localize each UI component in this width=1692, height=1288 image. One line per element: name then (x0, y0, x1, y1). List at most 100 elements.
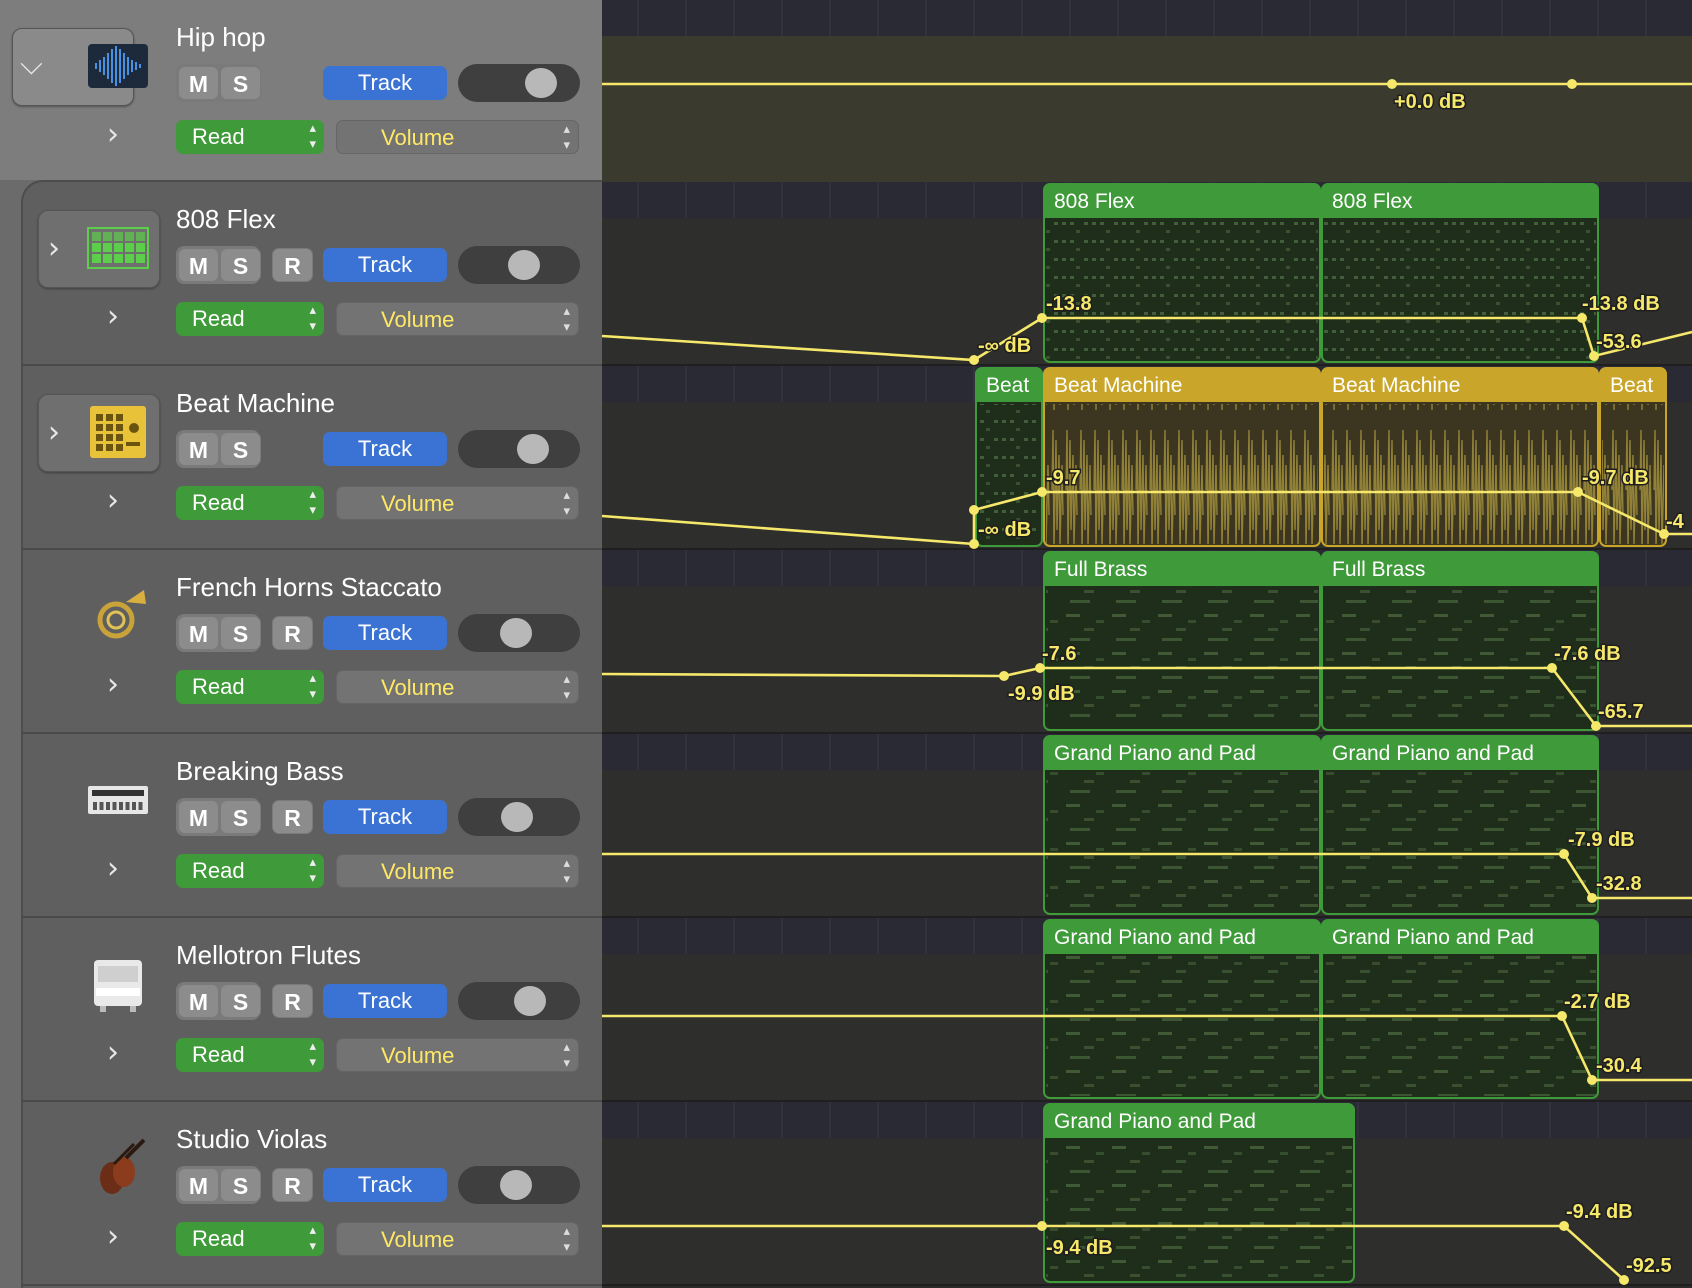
automation-parameter-select[interactable]: Volume ▴ ▾ (336, 302, 579, 336)
slider-knob[interactable] (514, 986, 546, 1016)
record-enable-button[interactable]: R (272, 800, 313, 834)
track-name[interactable]: Studio Violas (176, 1124, 327, 1155)
automation-mode-select[interactable]: Read ▴ ▾ (176, 854, 324, 888)
automation-node[interactable] (1037, 1221, 1047, 1231)
track-header-hip-hop[interactable]: ⌵ Hip hop M S Track › Read ▴ ▾ Volume ▴ ▾ (0, 0, 602, 184)
solo-button[interactable]: S (220, 984, 261, 1018)
automation-mode-select[interactable]: Read ▴ ▾ (176, 1038, 324, 1072)
mute-button[interactable]: M (178, 432, 219, 466)
automation-disclosure-icon[interactable]: › (107, 120, 119, 150)
automation-parameter-select[interactable]: Volume ▴ ▾ (336, 854, 579, 888)
volume-slider[interactable] (458, 1166, 580, 1204)
volume-slider[interactable] (458, 64, 580, 102)
volume-slider[interactable] (458, 614, 580, 652)
automation-disclosure-icon[interactable]: › (107, 854, 119, 884)
region-grand-piano-and-pad[interactable]: Grand Piano and Pad (1321, 735, 1599, 915)
slider-knob[interactable] (501, 802, 533, 832)
volume-slider[interactable] (458, 798, 580, 836)
automation-node[interactable] (969, 505, 979, 515)
slider-knob[interactable] (517, 434, 549, 464)
automation-lane[interactable] (602, 36, 1692, 182)
automation-parameter-select[interactable]: Volume ▴ ▾ (336, 1222, 579, 1256)
region-808-flex[interactable]: 808 Flex (1043, 183, 1321, 363)
mute-button[interactable]: M (178, 248, 219, 282)
track-header-french-horns-staccato[interactable]: French Horns Staccato M S R Track › Read ▴ ▾ Volu… (0, 550, 602, 734)
automation-disclosure-icon[interactable]: › (107, 1038, 119, 1068)
region-grand-piano-and-pad[interactable]: Grand Piano and Pad (1043, 919, 1321, 1099)
record-enable-button[interactable]: R (272, 984, 313, 1018)
automation-mode-select[interactable]: Read ▴ ▾ (176, 120, 324, 154)
record-enable-button[interactable]: R (272, 1168, 313, 1202)
mute-button[interactable]: M (178, 66, 219, 100)
chevron-right-icon[interactable]: › (48, 418, 60, 448)
track-name[interactable]: Mellotron Flutes (176, 940, 361, 971)
track-name[interactable]: 808 Flex (176, 204, 276, 235)
track-automation-button[interactable]: Track (323, 432, 447, 466)
slider-knob[interactable] (525, 68, 557, 98)
solo-button[interactable]: S (220, 800, 261, 834)
slider-knob[interactable] (500, 618, 532, 648)
track-automation-button[interactable]: Track (323, 984, 447, 1018)
region-grand-piano-and-pad[interactable]: Grand Piano and Pad (1043, 735, 1321, 915)
track-automation-button[interactable]: Track (323, 1168, 447, 1202)
slider-knob[interactable] (500, 1170, 532, 1200)
automation-value-label: +0.0 dB (1394, 91, 1466, 113)
automation-parameter-select[interactable]: Volume ▴ ▾ (336, 670, 579, 704)
region-name: Full Brass (1054, 558, 1147, 581)
track-automation-button[interactable]: Track (323, 66, 447, 100)
arrange-area[interactable]: 808 Flex 808 Flex Beat Beat Machine Beat Mac… (602, 0, 1692, 1288)
automation-disclosure-icon[interactable]: › (107, 670, 119, 700)
solo-button[interactable]: S (220, 66, 261, 100)
automation-mode-select[interactable]: Read ▴ ▾ (176, 302, 324, 336)
mute-button[interactable]: M (178, 984, 219, 1018)
track-name[interactable]: Hip hop (176, 22, 266, 53)
mute-button[interactable]: M (178, 800, 219, 834)
track-header-mellotron-flutes[interactable]: Mellotron Flutes M S R Track › Read ▴ ▾ Volume ▴ ▾ (0, 918, 602, 1102)
automation-node[interactable] (1567, 79, 1577, 89)
region-beat-machine[interactable]: Beat Machine (1043, 367, 1321, 547)
automation-node[interactable] (1387, 79, 1397, 89)
track-header-beat-machine[interactable]: › Beat Machine M S Track › Read ▴ ▾ Volume ▴ ▾ (0, 366, 602, 550)
solo-button[interactable]: S (220, 616, 261, 650)
region-full-brass[interactable]: Full Brass (1043, 551, 1321, 731)
automation-disclosure-icon[interactable]: › (107, 302, 119, 332)
track-automation-button[interactable]: Track (323, 248, 447, 282)
volume-slider[interactable] (458, 430, 580, 468)
mute-button[interactable]: M (178, 1168, 219, 1202)
track-name[interactable]: Breaking Bass (176, 756, 344, 787)
automation-parameter-select[interactable]: Volume ▴ ▾ (336, 1038, 579, 1072)
track-automation-button[interactable]: Track (323, 616, 447, 650)
track-header-studio-violas[interactable]: Studio Violas M S R Track › Read ▴ ▾ Volume ▴ ▾ (0, 1102, 602, 1286)
volume-slider[interactable] (458, 982, 580, 1020)
region-grand-piano-and-pad[interactable]: Grand Piano and Pad (1321, 919, 1599, 1099)
track-header-breaking-bass[interactable]: Breaking Bass M S R Track › Read ▴ ▾ Volume ▴ ▾ (0, 734, 602, 918)
volume-slider[interactable] (458, 246, 580, 284)
automation-mode-select[interactable]: Read ▴ ▾ (176, 486, 324, 520)
automation-parameter-select[interactable]: Volume ▴ ▾ (336, 120, 579, 154)
region-808-flex[interactable]: 808 Flex (1321, 183, 1599, 363)
track-name[interactable]: French Horns Staccato (176, 572, 442, 603)
region-full-brass[interactable]: Full Brass (1321, 551, 1599, 731)
track-automation-button[interactable]: Track (323, 800, 447, 834)
automation-mode-select[interactable]: Read ▴ ▾ (176, 670, 324, 704)
region-beat-machine[interactable]: Beat Machine (1321, 367, 1599, 547)
solo-button[interactable]: S (220, 248, 261, 282)
mute-button[interactable]: M (178, 616, 219, 650)
record-enable-button[interactable]: R (272, 616, 313, 650)
automation-value-label: -32.8 (1596, 873, 1642, 895)
automation-mode-select[interactable]: Read ▴ ▾ (176, 1222, 324, 1256)
solo-button[interactable]: S (220, 432, 261, 466)
record-enable-button[interactable]: R (272, 248, 313, 282)
tracks-area-canvas[interactable]: 808 Flex 808 Flex Beat Beat Machine Beat Mac… (602, 0, 1692, 1288)
track-header-808-flex[interactable]: › 808 Flex M S R Track › Read ▴ ▾ Volume ▴ ▾ (0, 182, 602, 366)
chevron-down-icon[interactable]: ⌵ (20, 50, 43, 80)
track-name[interactable]: Beat Machine (176, 388, 335, 419)
automation-node[interactable] (999, 671, 1009, 681)
automation-parameter-select[interactable]: Volume ▴ ▾ (336, 486, 579, 520)
region-lane[interactable] (602, 0, 1692, 36)
solo-button[interactable]: S (220, 1168, 261, 1202)
automation-disclosure-icon[interactable]: › (107, 486, 119, 516)
automation-disclosure-icon[interactable]: › (107, 1222, 119, 1252)
chevron-right-icon[interactable]: › (48, 234, 60, 264)
slider-knob[interactable] (508, 250, 540, 280)
